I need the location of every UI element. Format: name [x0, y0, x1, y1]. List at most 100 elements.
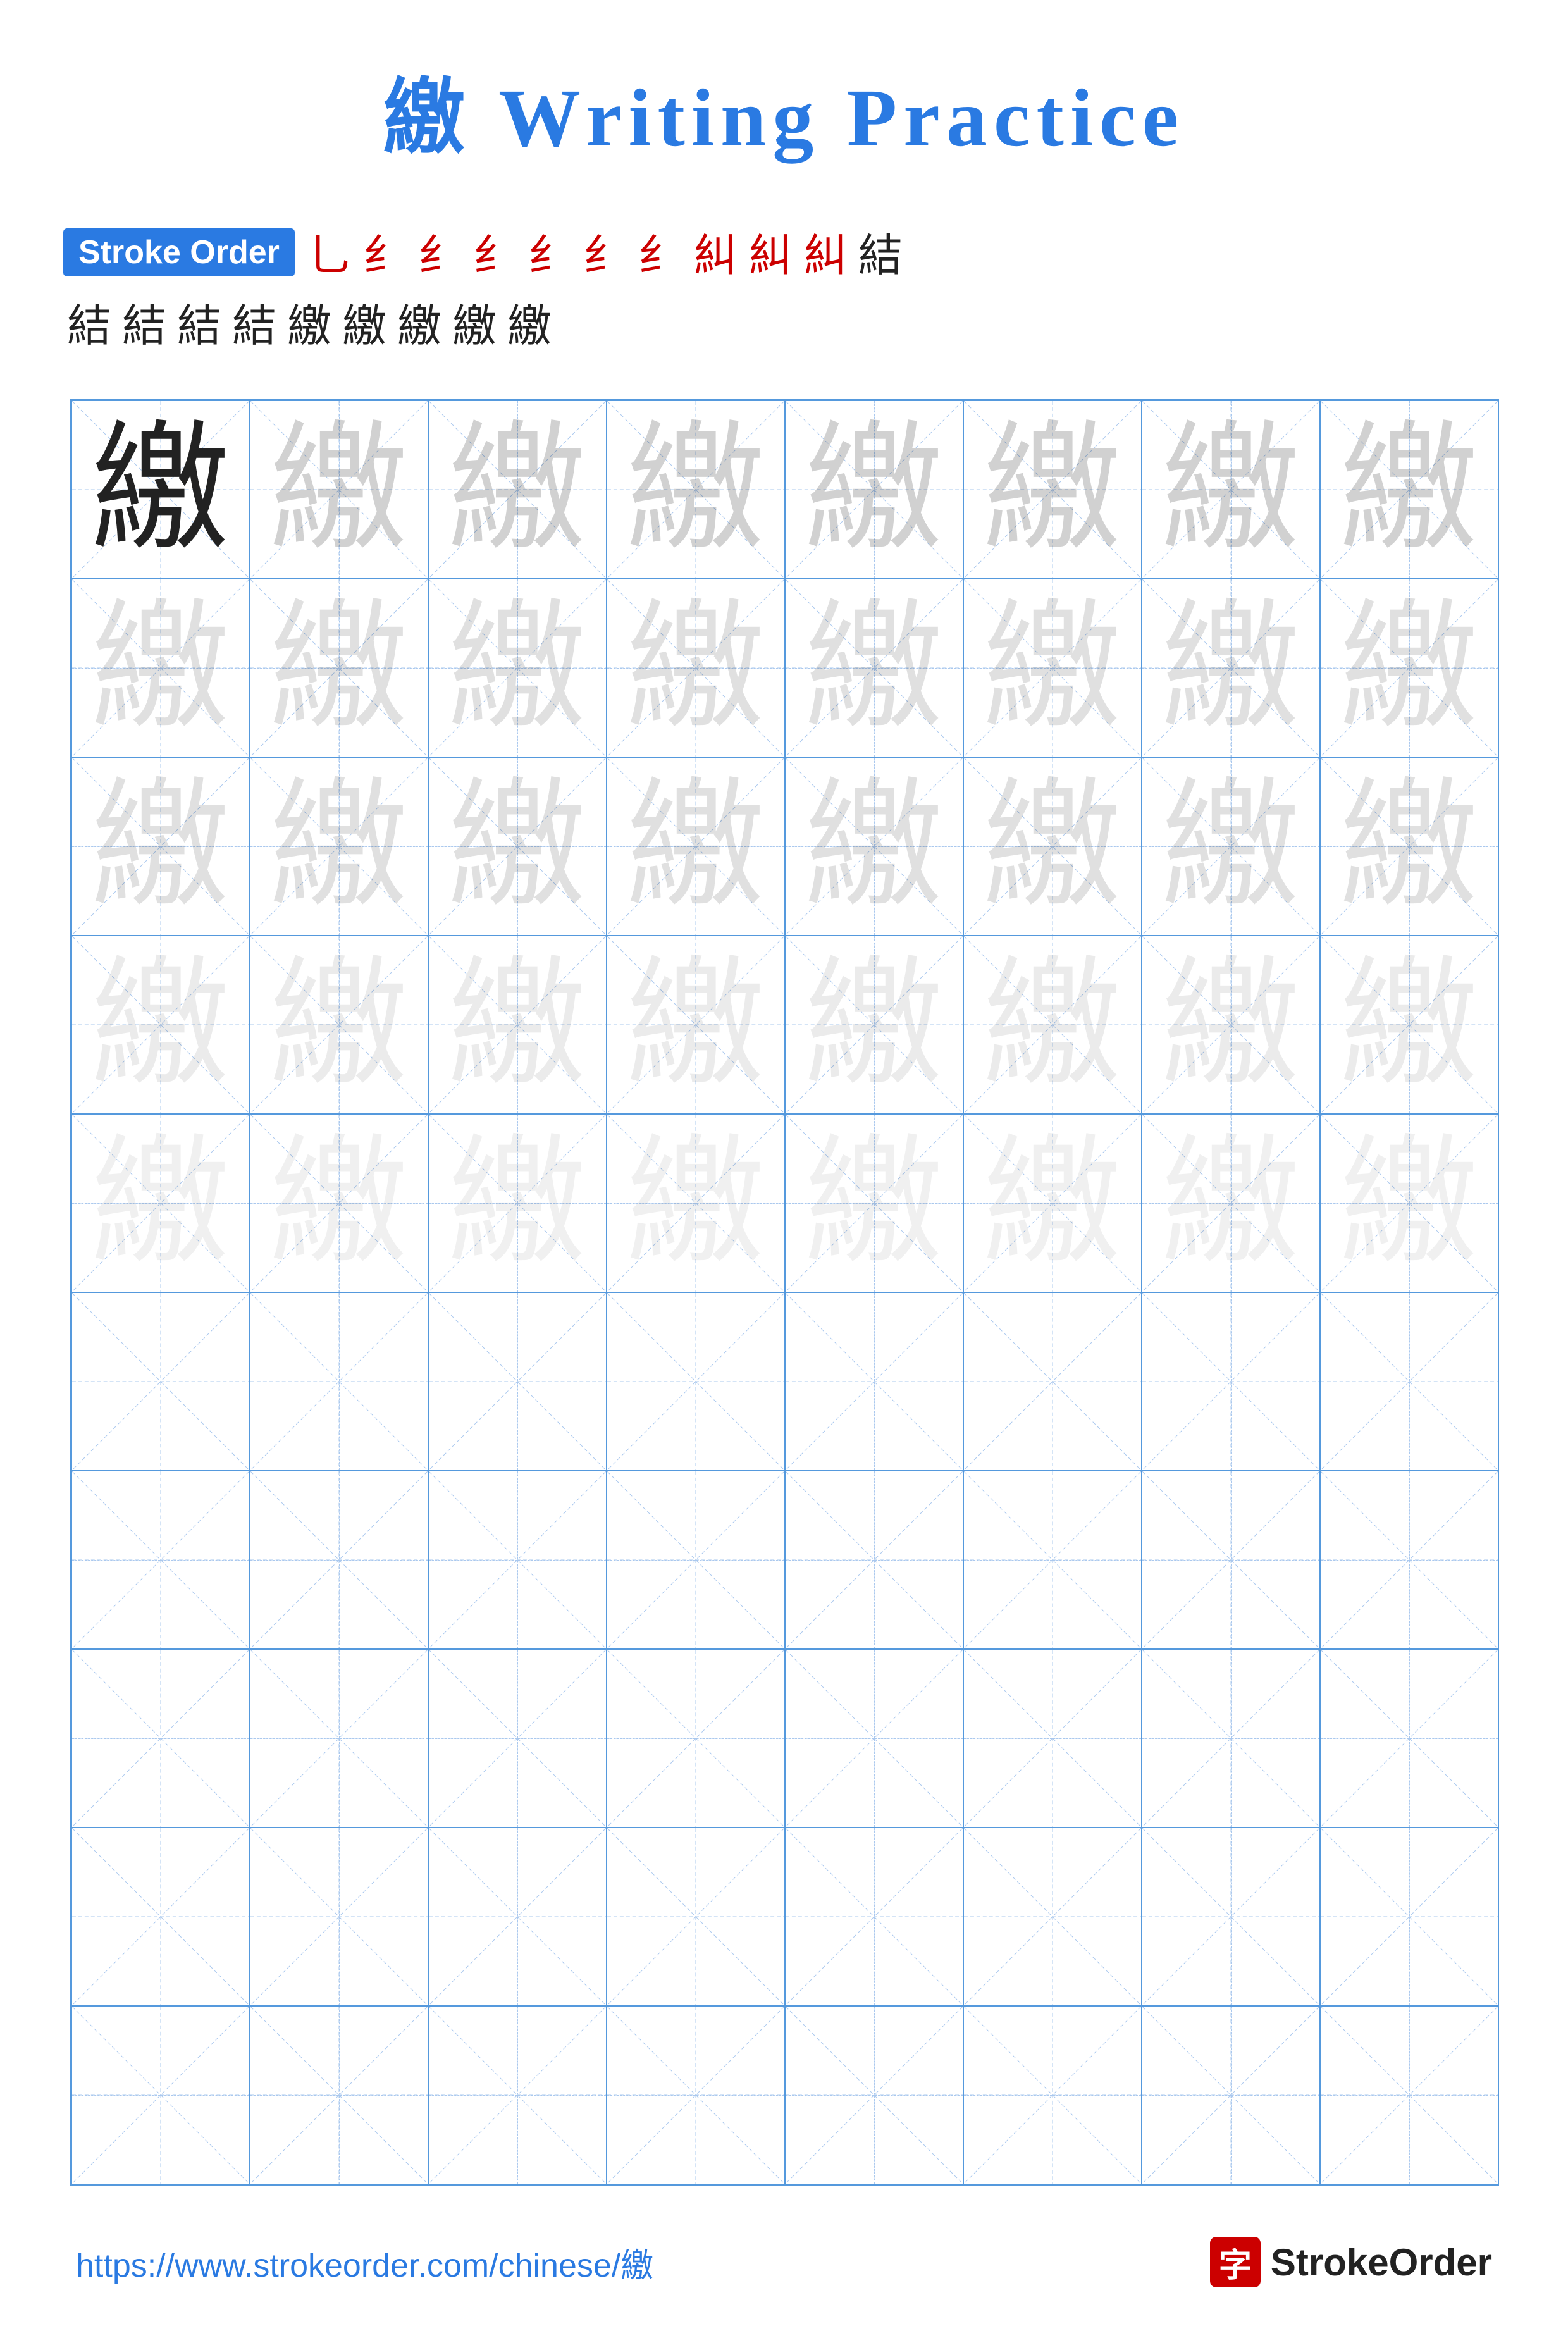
- grid-cell-5-1[interactable]: 繳: [71, 1114, 250, 1292]
- grid-row-3: 繳 繳: [71, 757, 1498, 936]
- grid-cell-8-6[interactable]: [963, 1649, 1142, 1828]
- grid-cell-9-2[interactable]: [250, 1828, 428, 2006]
- grid-cell-10-2[interactable]: [250, 2006, 428, 2184]
- title-text: Writing Practice: [472, 73, 1185, 164]
- grid-cell-6-6[interactable]: [963, 1292, 1142, 1471]
- grid-cell-8-7[interactable]: [1142, 1649, 1320, 1828]
- grid-cell-6-3[interactable]: [428, 1292, 607, 1471]
- grid-cell-2-5[interactable]: 繳: [785, 579, 963, 757]
- grid-cell-9-7[interactable]: [1142, 1828, 1320, 2006]
- grid-cell-3-3[interactable]: 繳: [428, 757, 607, 936]
- grid-cell-6-5[interactable]: [785, 1292, 963, 1471]
- grid-cell-1-1[interactable]: 繳: [71, 400, 250, 579]
- grid-cell-10-7[interactable]: [1142, 2006, 1320, 2184]
- char-light: 繳: [447, 1134, 586, 1273]
- grid-cell-1-6[interactable]: 繳: [963, 400, 1142, 579]
- char-light: 繳: [90, 955, 230, 1094]
- grid-cell-7-7[interactable]: [1142, 1471, 1320, 1649]
- stroke-16: 繳: [287, 290, 331, 354]
- grid-cell-7-6[interactable]: [963, 1471, 1142, 1649]
- grid-cell-2-3[interactable]: 繳: [428, 579, 607, 757]
- grid-cell-2-6[interactable]: 繳: [963, 579, 1142, 757]
- grid-cell-4-5[interactable]: 繳: [785, 936, 963, 1114]
- grid-cell-2-4[interactable]: 繳: [607, 579, 785, 757]
- stroke-5: 纟: [528, 220, 572, 284]
- stroke-3: 纟: [418, 220, 462, 284]
- grid-cell-2-2[interactable]: 繳: [250, 579, 428, 757]
- grid-cell-8-1[interactable]: [71, 1649, 250, 1828]
- grid-cell-3-7[interactable]: 繳: [1142, 757, 1320, 936]
- grid-cell-2-7[interactable]: 繳: [1142, 579, 1320, 757]
- char-light: 繳: [804, 1134, 943, 1273]
- grid-cell-3-5[interactable]: 繳: [785, 757, 963, 936]
- grid-cell-1-2[interactable]: 繳: [250, 400, 428, 579]
- grid-cell-1-5[interactable]: 繳: [785, 400, 963, 579]
- grid-cell-4-7[interactable]: 繳: [1142, 936, 1320, 1114]
- grid-cell-10-3[interactable]: [428, 2006, 607, 2184]
- grid-cell-9-8[interactable]: [1320, 1828, 1498, 2006]
- grid-cell-5-6[interactable]: 繳: [963, 1114, 1142, 1292]
- grid-cell-7-4[interactable]: [607, 1471, 785, 1649]
- grid-cell-4-2[interactable]: 繳: [250, 936, 428, 1114]
- grid-cell-6-8[interactable]: [1320, 1292, 1498, 1471]
- grid-cell-5-2[interactable]: 繳: [250, 1114, 428, 1292]
- grid-cell-7-2[interactable]: [250, 1471, 428, 1649]
- grid-cell-7-1[interactable]: [71, 1471, 250, 1649]
- grid-cell-3-4[interactable]: 繳: [607, 757, 785, 936]
- grid-cell-8-3[interactable]: [428, 1649, 607, 1828]
- grid-cell-10-4[interactable]: [607, 2006, 785, 2184]
- grid-cell-7-8[interactable]: [1320, 1471, 1498, 1649]
- grid-cell-5-5[interactable]: 繳: [785, 1114, 963, 1292]
- grid-cell-1-4[interactable]: 繳: [607, 400, 785, 579]
- grid-cell-7-3[interactable]: [428, 1471, 607, 1649]
- grid-cell-5-3[interactable]: 繳: [428, 1114, 607, 1292]
- grid-cell-4-8[interactable]: 繳: [1320, 936, 1498, 1114]
- grid-cell-3-1[interactable]: 繳: [71, 757, 250, 936]
- grid-cell-1-3[interactable]: 繳: [428, 400, 607, 579]
- grid-cell-6-1[interactable]: [71, 1292, 250, 1471]
- grid-cell-5-8[interactable]: 繳: [1320, 1114, 1498, 1292]
- grid-cell-10-6[interactable]: [963, 2006, 1142, 2184]
- grid-row-10: [71, 2006, 1498, 2184]
- grid-cell-5-7[interactable]: 繳: [1142, 1114, 1320, 1292]
- grid-cell-4-6[interactable]: 繳: [963, 936, 1142, 1114]
- grid-cell-8-2[interactable]: [250, 1649, 428, 1828]
- grid-row-6: [71, 1292, 1498, 1471]
- grid-cell-6-7[interactable]: [1142, 1292, 1320, 1471]
- stroke-1: ⺃: [308, 220, 352, 284]
- grid-cell-3-6[interactable]: 繳: [963, 757, 1142, 936]
- char-light: 繳: [1161, 777, 1300, 916]
- char-light: 繳: [982, 598, 1121, 738]
- grid-cell-4-1[interactable]: 繳: [71, 936, 250, 1114]
- grid-cell-2-1[interactable]: 繳: [71, 579, 250, 757]
- grid-cell-8-5[interactable]: [785, 1649, 963, 1828]
- grid-cell-1-7[interactable]: 繳: [1142, 400, 1320, 579]
- grid-cell-9-1[interactable]: [71, 1828, 250, 2006]
- char-light: 繳: [447, 955, 586, 1094]
- grid-cell-2-8[interactable]: 繳: [1320, 579, 1498, 757]
- grid-cell-9-6[interactable]: [963, 1828, 1142, 2006]
- grid-cell-8-8[interactable]: [1320, 1649, 1498, 1828]
- grid-cell-9-3[interactable]: [428, 1828, 607, 2006]
- grid-cell-5-4[interactable]: 繳: [607, 1114, 785, 1292]
- grid-cell-10-5[interactable]: [785, 2006, 963, 2184]
- grid-cell-7-5[interactable]: [785, 1471, 963, 1649]
- grid-cell-4-4[interactable]: 繳: [607, 936, 785, 1114]
- stroke-8: 糾: [693, 220, 738, 284]
- grid-cell-4-3[interactable]: 繳: [428, 936, 607, 1114]
- page: 繳 Writing Practice Stroke Order ⺃ 纟 纟 纟 …: [0, 0, 1568, 2338]
- char-light: 繳: [269, 420, 408, 559]
- grid-cell-3-8[interactable]: 繳: [1320, 757, 1498, 936]
- grid-cell-3-2[interactable]: 繳: [250, 757, 428, 936]
- grid-cell-10-1[interactable]: [71, 2006, 250, 2184]
- footer-url-link[interactable]: https://www.strokeorder.com/chinese/繳: [76, 2239, 653, 2286]
- grid-cell-6-4[interactable]: [607, 1292, 785, 1471]
- grid-cell-9-4[interactable]: [607, 1828, 785, 2006]
- grid-row-1: 繳 繳: [71, 400, 1498, 579]
- grid-cell-10-8[interactable]: [1320, 2006, 1498, 2184]
- grid-cell-9-5[interactable]: [785, 1828, 963, 2006]
- stroke-12: 結: [67, 290, 111, 354]
- grid-cell-8-4[interactable]: [607, 1649, 785, 1828]
- grid-cell-6-2[interactable]: [250, 1292, 428, 1471]
- grid-cell-1-8[interactable]: 繳: [1320, 400, 1498, 579]
